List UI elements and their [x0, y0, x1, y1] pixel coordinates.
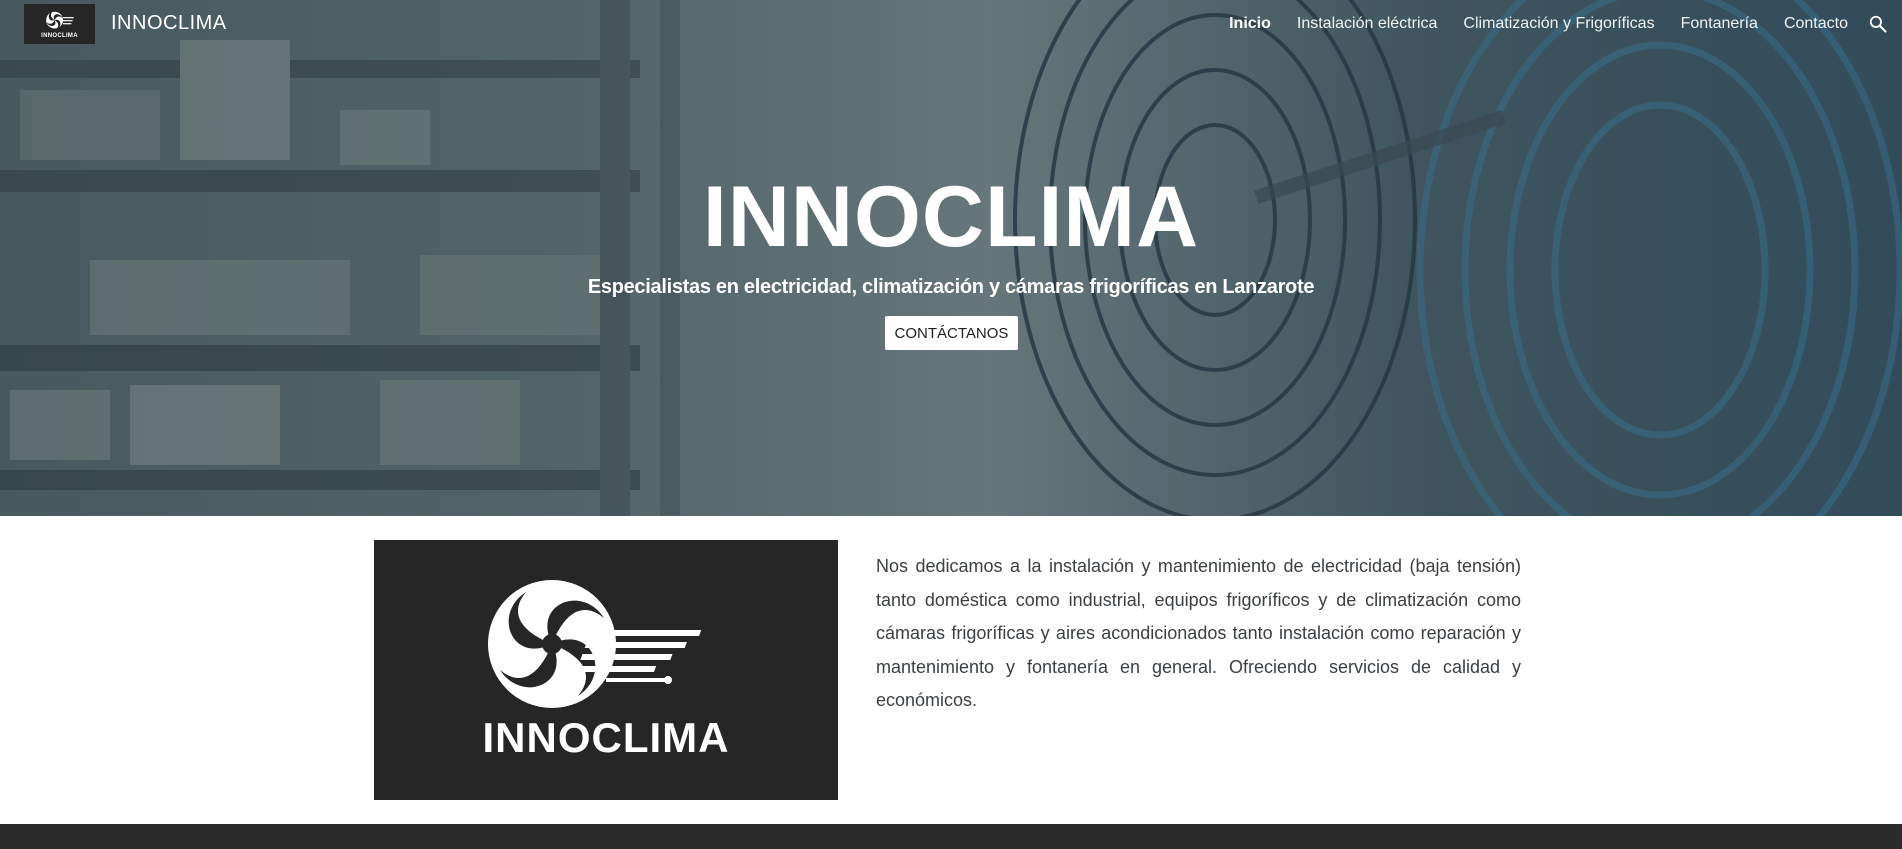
company-logo-text: INNOCLIMA: [482, 714, 730, 761]
contact-button[interactable]: CONTÁCTANOS: [885, 316, 1018, 350]
nav-item-contacto[interactable]: Contacto: [1784, 15, 1848, 33]
hero-banner: INNOCLIMA INNOCLIMA Inicio Instalación e…: [0, 0, 1902, 516]
footer: [0, 824, 1902, 849]
nav-item-inicio[interactable]: Inicio: [1229, 15, 1271, 33]
site-header: INNOCLIMA INNOCLIMA Inicio Instalación e…: [0, 0, 1902, 50]
hero-subtitle: Especialistas en electricidad, climatiza…: [587, 276, 1315, 298]
search-button[interactable]: [1868, 14, 1888, 34]
hero-title: INNOCLIMA: [702, 169, 1200, 265]
company-logo-image: INNOCLIMA: [374, 540, 838, 800]
about-description: Nos dedicamos a la instalación y manteni…: [876, 556, 1521, 710]
site-title[interactable]: INNOCLIMA: [111, 12, 227, 35]
swirl-logo-icon: [45, 11, 74, 28]
main-nav: Inicio Instalación eléctrica Climatizaci…: [1203, 15, 1848, 33]
nav-item-instalacion-electrica[interactable]: Instalación eléctrica: [1297, 15, 1438, 33]
header-logo-text: INNOCLIMA: [41, 32, 78, 39]
nav-item-climatizacion-frigorificas[interactable]: Climatización y Frigoríficas: [1463, 15, 1654, 33]
search-icon: [1869, 15, 1887, 33]
header-logo[interactable]: INNOCLIMA: [24, 4, 95, 44]
nav-item-fontaneria[interactable]: Fontanería: [1681, 15, 1758, 33]
